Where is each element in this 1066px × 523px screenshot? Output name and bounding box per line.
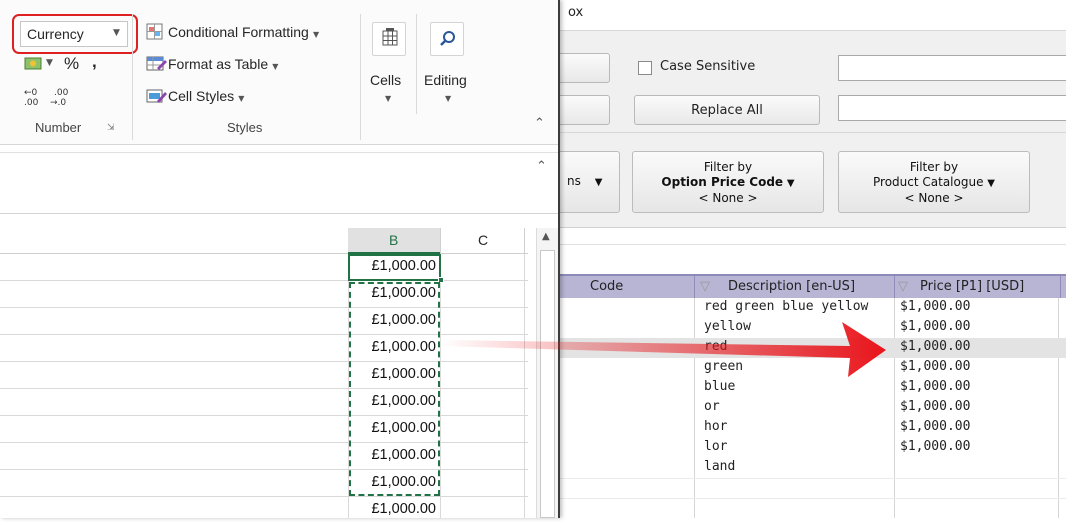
arrow-shape [440,322,886,377]
red-arrow-annotation [440,322,886,377]
